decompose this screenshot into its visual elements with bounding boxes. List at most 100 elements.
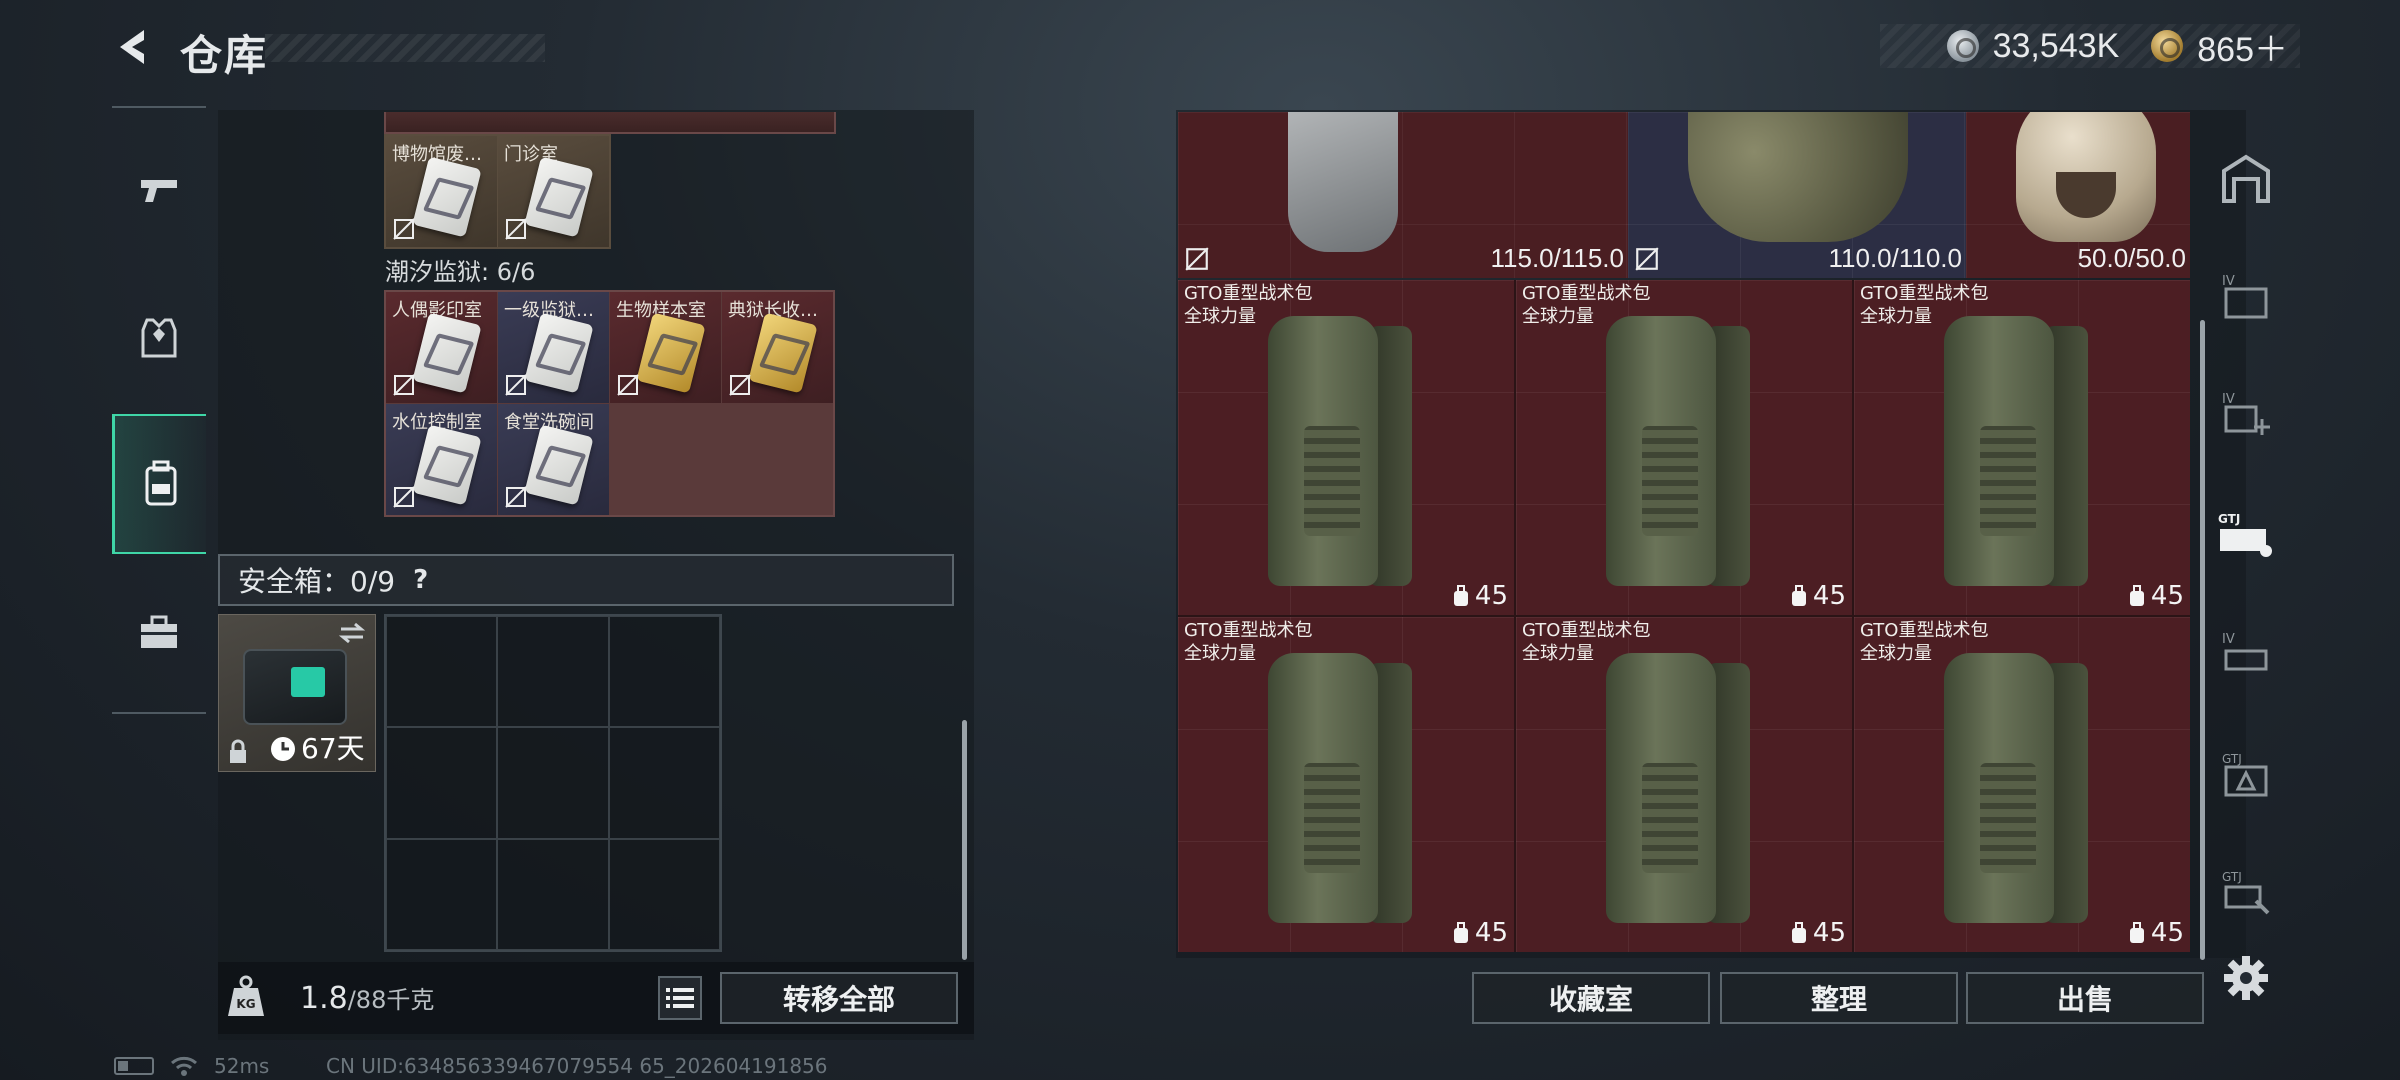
case-icon: GTJ (2218, 512, 2272, 557)
swap-icon[interactable] (337, 621, 367, 645)
keycard-item[interactable]: 人偶影印室 (386, 292, 497, 403)
keycard-item[interactable]: 门诊室 (498, 136, 609, 247)
backpack-strap (1642, 426, 1698, 536)
armor-row: 115.0/115.0 110.0/110.0 50.0/50.0 (1178, 112, 2190, 278)
empty-slot[interactable] (497, 727, 609, 839)
unbound-icon (505, 486, 527, 508)
keycard-item[interactable]: 博物馆废… (386, 136, 497, 247)
storage-room-icon[interactable] (2218, 150, 2274, 206)
stash-scrollbar[interactable] (2200, 320, 2205, 960)
settings-gear-icon[interactable] (2218, 950, 2274, 1006)
gtj-warning-icon[interactable]: GTJ (2218, 746, 2274, 802)
keycard-image (748, 312, 818, 394)
backpack-item[interactable]: GTO重型战术包 全球力量 45 (1854, 617, 2190, 952)
keycard-image (524, 156, 594, 238)
empty-slot[interactable] (386, 838, 498, 950)
empty-slot[interactable] (386, 727, 498, 839)
backpack-item[interactable]: GTO重型战术包 全球力量 45 (1178, 280, 1514, 615)
empty-slot[interactable] (497, 838, 609, 950)
backpack-brand: 全球力量 (1184, 643, 1256, 664)
back-arrow-icon[interactable] (110, 24, 156, 70)
backpack-item[interactable]: GTO重型战术包 全球力量 45 (1516, 617, 1852, 952)
capacity-bag-icon (2129, 585, 2144, 606)
keycard-image (524, 312, 594, 394)
nav-backpack[interactable] (112, 414, 206, 554)
list-view-button[interactable] (658, 976, 702, 1020)
keycard-image (412, 312, 482, 394)
weight-current: 1.8 (300, 981, 348, 1016)
sell-button[interactable]: 出售 (1966, 972, 2204, 1024)
backpack-icon (145, 460, 176, 506)
empty-slot[interactable] (608, 727, 720, 839)
gtj-tool-icon[interactable]: GTJ (2218, 864, 2274, 920)
list-icon (666, 988, 694, 1008)
prison-keycard-grid: 人偶影印室 一级监狱… 生物样本室 典狱长收… 水位控制室 食堂洗碗间 (384, 290, 835, 517)
capacity-badge: 45 (1789, 918, 1846, 948)
tier-label: GTJ (2222, 752, 2242, 766)
backpack-image (1268, 633, 1418, 933)
backpack-item[interactable]: GTO重型战术包 全球力量 45 (1178, 617, 1514, 952)
gray-vest-image (1288, 112, 1398, 252)
unbound-icon (617, 374, 639, 396)
backpack-strap (1980, 763, 2036, 873)
capacity-badge: 45 (2127, 918, 2184, 948)
tier4-box-icon[interactable]: IV (2218, 268, 2274, 324)
keycard-row-partial (384, 112, 836, 134)
unbound-icon (505, 374, 527, 396)
backpack-image (1606, 296, 1756, 596)
tier4-rack-icon[interactable]: IV (2218, 626, 2274, 682)
helmet-item[interactable]: 50.0/50.0 (1966, 112, 2190, 278)
capacity-badge: 45 (1451, 918, 1508, 948)
nav-weapons[interactable] (112, 120, 206, 260)
inventory-scrollbar[interactable] (962, 720, 967, 960)
wifi-icon (171, 1056, 197, 1076)
armor-item[interactable]: 115.0/115.0 (1178, 112, 1628, 278)
transfer-all-button[interactable]: 转移全部 (720, 972, 958, 1024)
backpack-strap (1980, 426, 2036, 536)
capacity-count: 45 (2150, 581, 2184, 611)
capacity-bag-icon (2129, 922, 2144, 943)
keycard-item[interactable]: 水位控制室 (386, 404, 497, 515)
empty-slot[interactable] (497, 616, 609, 728)
armor-item[interactable]: 110.0/110.0 (1628, 112, 1966, 278)
empty-slot[interactable] (608, 616, 720, 728)
keycard-item[interactable]: 食堂洗碗间 (498, 404, 609, 515)
pistol-icon (141, 180, 177, 202)
backpack-grid: GTO重型战术包 全球力量 45 GTO重型战术包 全球力量 45 GTO重型战术包 全球力量… (1178, 280, 2190, 952)
backpack-strap (1304, 763, 1360, 873)
keycard-item[interactable]: 典狱长收… (722, 292, 833, 403)
keycard-item[interactable]: 生物样本室 (610, 292, 721, 403)
gold-coin-icon (2151, 30, 2184, 62)
empty-slot[interactable] (608, 838, 720, 950)
help-icon[interactable]: ? (413, 565, 428, 595)
backpack-item[interactable]: GTO重型战术包 全球力量 45 (1516, 280, 1852, 615)
weight-max: /88千克 (347, 986, 435, 1014)
gtj-case-icon[interactable]: GTJ (2218, 506, 2274, 562)
backpack-image (1944, 296, 2094, 596)
safebox-days-left: 67天 (301, 732, 365, 765)
tier4-medkit-icon[interactable]: IV (2218, 386, 2274, 442)
backpack-strap (1642, 763, 1698, 873)
collection-room-button[interactable]: 收藏室 (1472, 972, 1710, 1024)
safebox-item[interactable]: 67天 (218, 614, 376, 772)
keycard-item[interactable]: 一级监狱… (498, 292, 609, 403)
tidy-button[interactable]: 整理 (1720, 972, 1958, 1024)
capacity-count: 45 (1474, 581, 1508, 611)
safebox-header: 安全箱：0/9 ? (218, 554, 954, 606)
tier-box-icon: IV (2222, 274, 2268, 319)
gold-amount[interactable]: 865＋ (2197, 22, 2288, 71)
backpack-brand: 全球力量 (1522, 306, 1594, 327)
capacity-badge: 45 (1451, 581, 1508, 611)
backpack-image (1268, 296, 1418, 596)
helmet-image (2016, 112, 2156, 242)
keycard-image (412, 424, 482, 506)
nav-equipment[interactable] (112, 268, 206, 408)
backpack-item[interactable]: GTO重型战术包 全球力量 45 (1854, 280, 2190, 615)
nav-toolbox[interactable] (112, 562, 206, 702)
durability: 50.0/50.0 (2077, 243, 2186, 273)
unbound-icon (505, 218, 527, 240)
tier-label: GTJ (2222, 870, 2242, 884)
capacity-count: 45 (2150, 918, 2184, 948)
capacity-bag-icon (1791, 585, 1806, 606)
empty-slot[interactable] (386, 616, 498, 728)
